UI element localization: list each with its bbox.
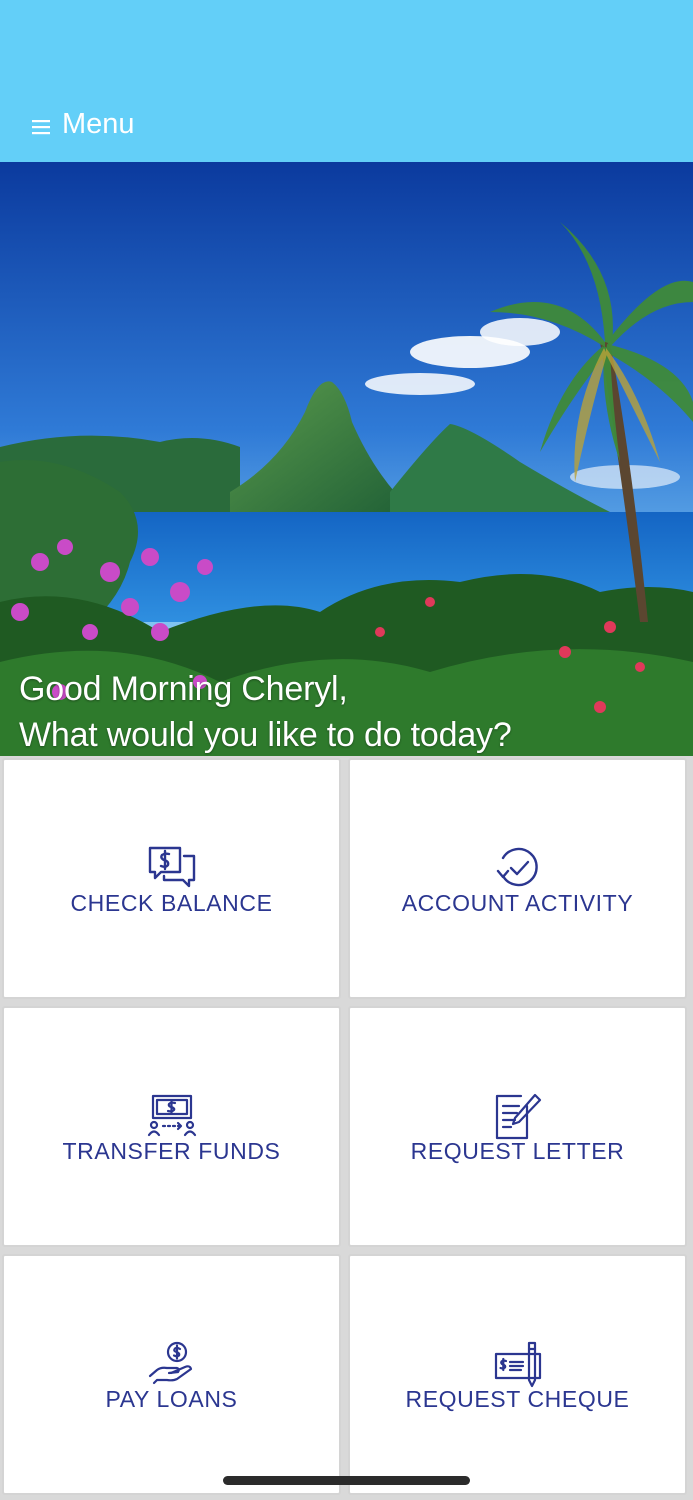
- action-grid: CHECK BALANCE ACCOUNT ACTIVITY TRANSFER …: [0, 756, 693, 1500]
- money-chat-icon: [148, 846, 195, 888]
- menu-label: Menu: [62, 107, 135, 140]
- pay-loans-tile[interactable]: PAY LOANS: [2, 1254, 341, 1495]
- hero-banner: Good Morning Cheryl, What would you like…: [0, 162, 693, 756]
- account-activity-label: ACCOUNT ACTIVITY: [401, 890, 634, 916]
- request-letter-tile[interactable]: REQUEST LETTER: [348, 1006, 687, 1247]
- money-transfer-icon: [147, 1094, 196, 1137]
- app-screen: Menu Good Morning Cheryl, What would you…: [0, 0, 693, 1500]
- cheque-pen-icon: [494, 1341, 541, 1388]
- account-activity-tile[interactable]: ACCOUNT ACTIVITY: [348, 758, 687, 999]
- request-letter-label: REQUEST LETTER: [410, 1138, 625, 1164]
- greeting-line-1: Good Morning Cheryl,: [19, 670, 348, 708]
- check-balance-label: CHECK BALANCE: [70, 890, 273, 916]
- pay-loans-label: PAY LOANS: [105, 1386, 238, 1412]
- menu-button[interactable]: Menu: [32, 104, 135, 144]
- hamburger-icon: [32, 119, 50, 134]
- home-indicator[interactable]: [223, 1476, 470, 1485]
- transfer-funds-tile[interactable]: TRANSFER FUNDS: [2, 1006, 341, 1247]
- check-balance-tile[interactable]: CHECK BALANCE: [2, 758, 341, 999]
- greeting-text: Good Morning Cheryl, What would you like…: [19, 666, 512, 756]
- request-cheque-tile[interactable]: REQUEST CHEQUE: [348, 1254, 687, 1495]
- hand-coin-icon: [148, 1341, 192, 1385]
- document-pen-icon: [495, 1093, 541, 1140]
- clock-check-icon: [496, 847, 538, 887]
- transfer-funds-label: TRANSFER FUNDS: [62, 1138, 281, 1164]
- top-header: Menu: [0, 0, 693, 162]
- request-cheque-label: REQUEST CHEQUE: [405, 1386, 630, 1412]
- greeting-line-2: What would you like to do today?: [19, 716, 512, 754]
